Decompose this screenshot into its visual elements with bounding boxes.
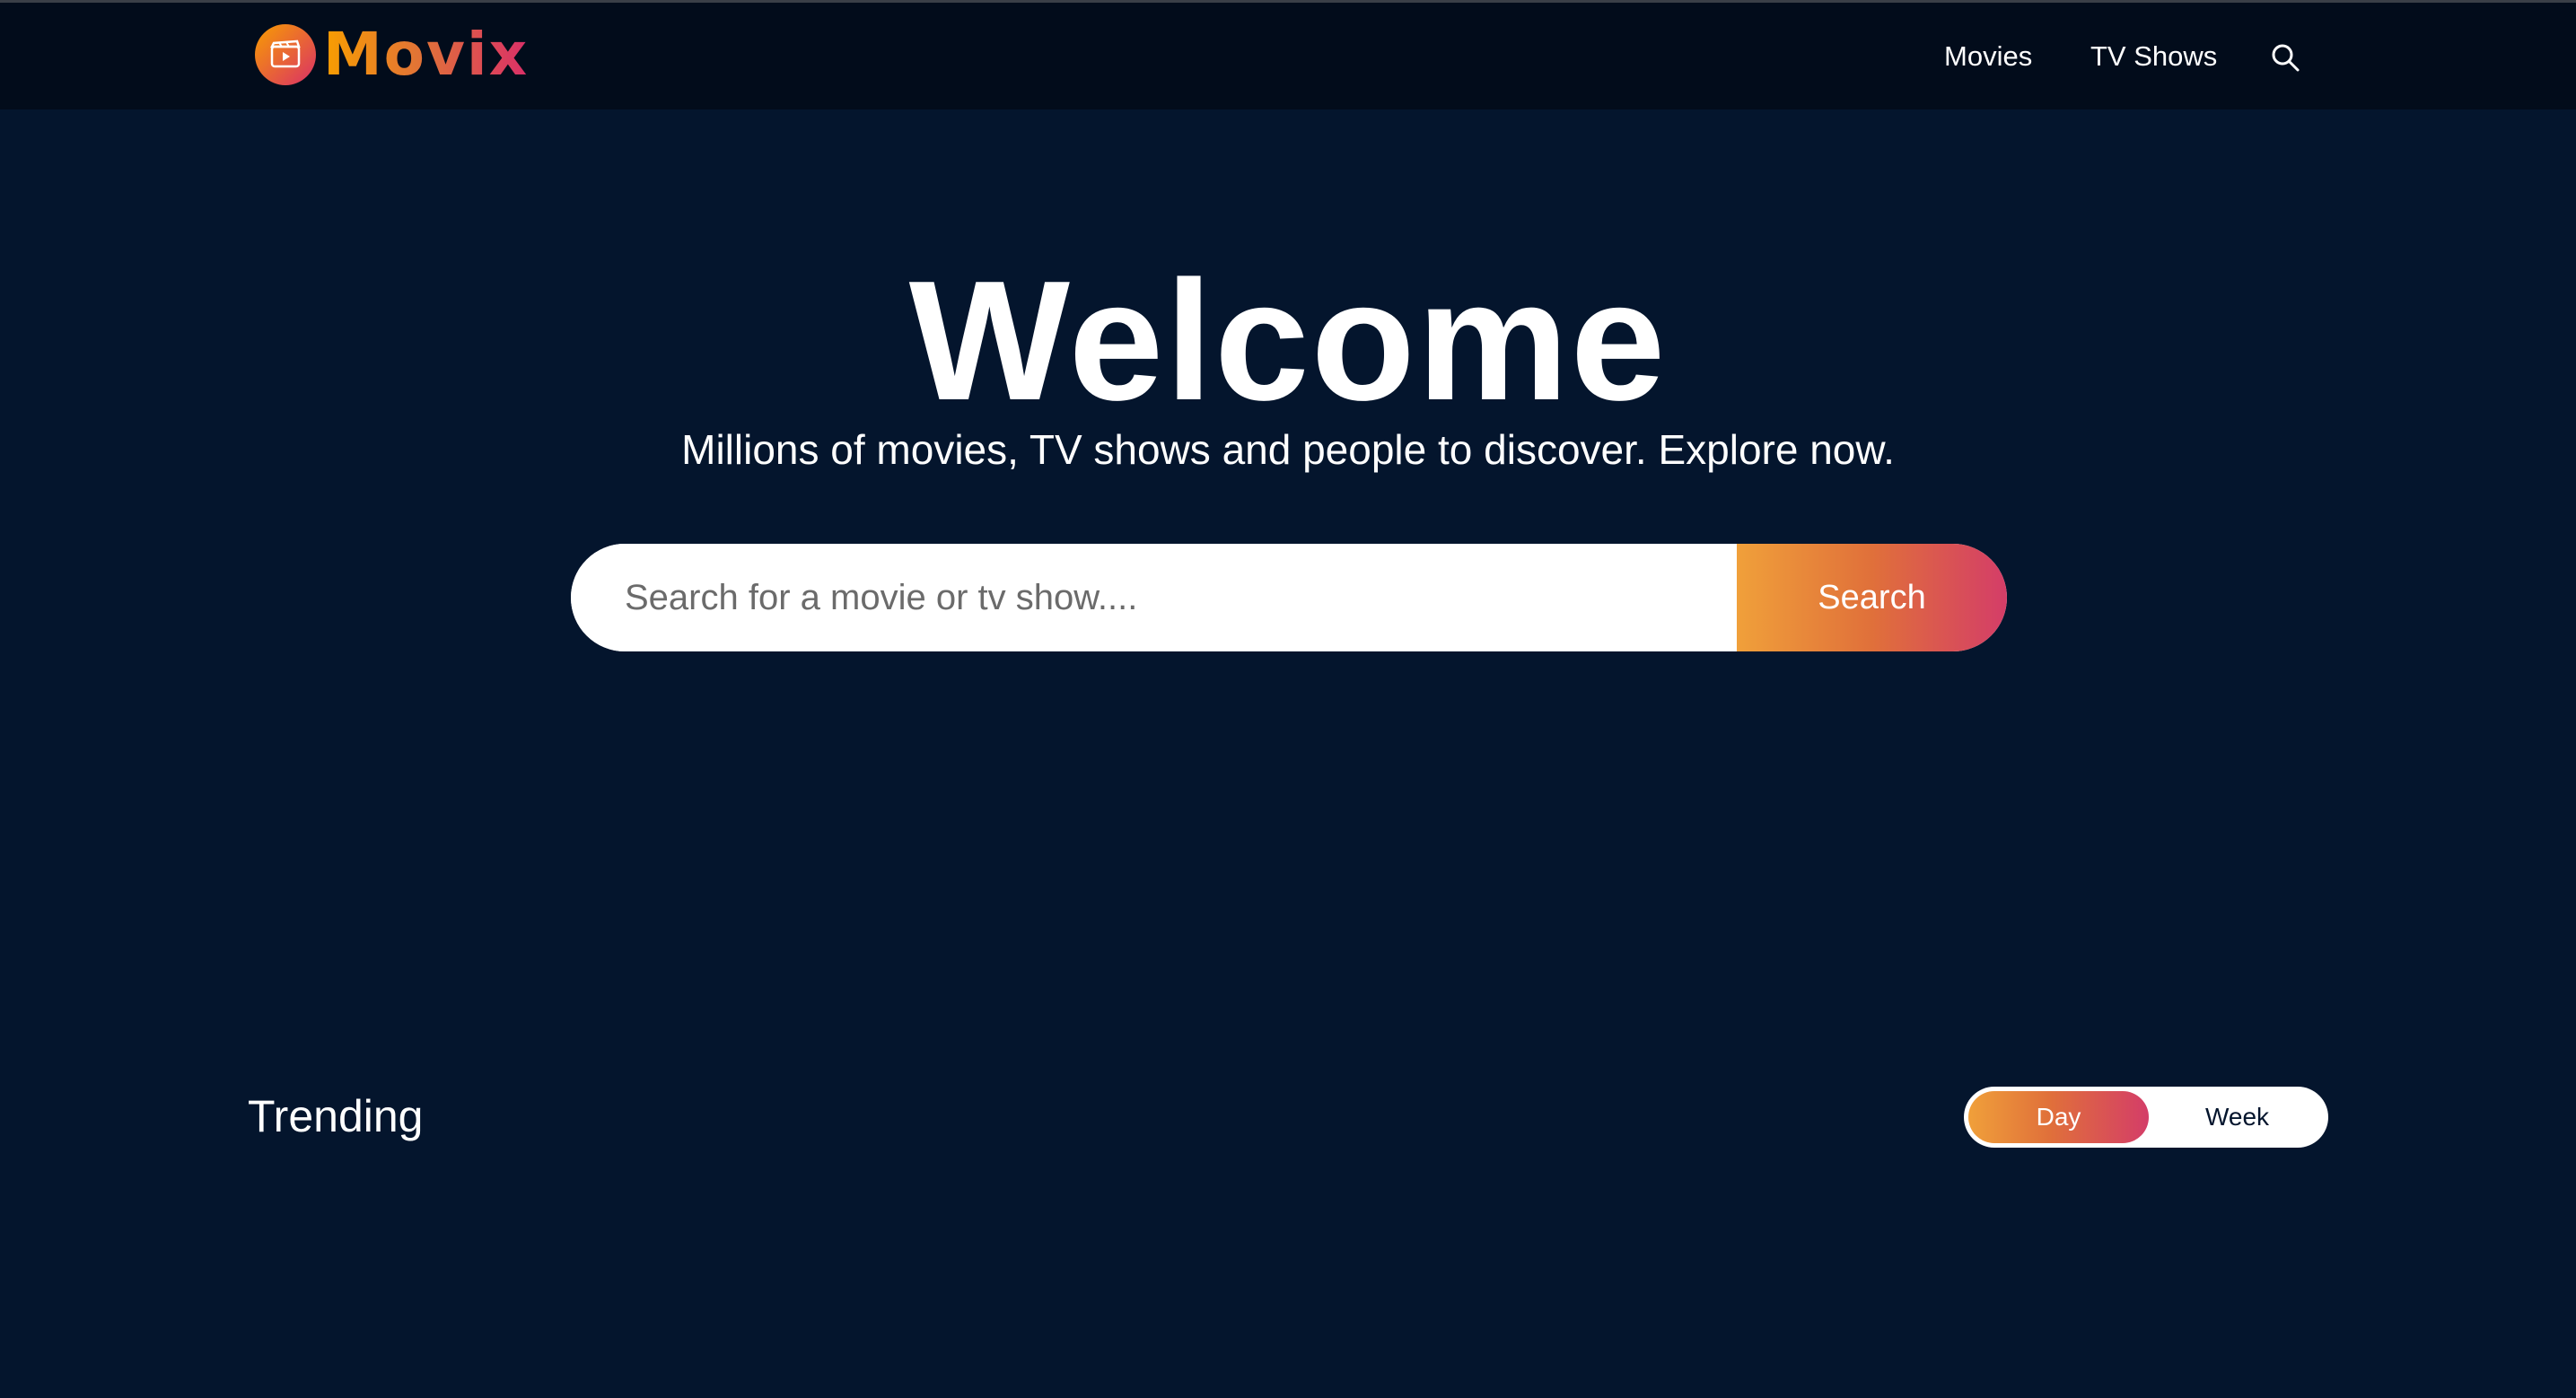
search-icon[interactable] — [2269, 41, 2301, 74]
logo[interactable]: Movix — [255, 19, 529, 91]
clapperboard-icon — [255, 24, 316, 85]
hero-search-bar: Search — [571, 544, 2007, 651]
day-week-switch: Day Week — [1964, 1087, 2328, 1148]
hero-title: Welcome — [908, 246, 1668, 436]
hero-subtitle: Millions of movies, TV shows and people … — [681, 426, 1895, 473]
nav-tv-shows[interactable]: TV Shows — [2090, 28, 2217, 85]
logo-text: Movix — [323, 20, 530, 89]
search-input[interactable] — [571, 544, 1737, 651]
tab-week[interactable]: Week — [2146, 1087, 2328, 1148]
search-button[interactable]: Search — [1737, 544, 2007, 651]
page: Movix Movies TV Shows Welcome Millions o… — [0, 0, 2576, 1398]
nav-movies[interactable]: Movies — [1944, 28, 2032, 85]
trending-title: Trending — [248, 1091, 424, 1141]
site-header: Movix Movies TV Shows — [0, 3, 2576, 109]
tab-day[interactable]: Day — [1967, 1087, 2150, 1148]
